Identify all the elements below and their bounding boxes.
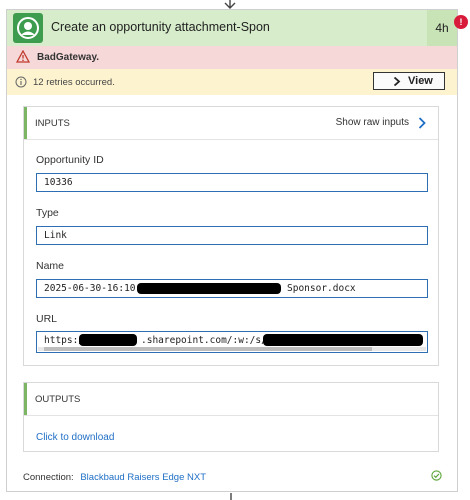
opportunity-id-label: Opportunity ID xyxy=(36,154,104,166)
outputs-title: OUTPUTS xyxy=(35,394,81,405)
name-field[interactable]: 2025-06-30-16:10- Sponsor.docx xyxy=(36,279,428,298)
chevron-right-icon xyxy=(393,77,401,86)
url-value-mid: .sharepoint.com/:w:/s/ xyxy=(141,335,267,346)
click-to-download-link[interactable]: Click to download xyxy=(36,432,114,443)
type-label: Type xyxy=(36,207,59,219)
url-field[interactable]: https:// .sharepoint.com/:w:/s/ xyxy=(36,331,428,353)
inputs-header: INPUTS Show raw inputs xyxy=(24,107,438,140)
action-title: Create an opportunity attachment-Spon xyxy=(51,20,270,34)
action-card: Create an opportunity attachment-Spon 4h… xyxy=(6,9,468,492)
outputs-accent xyxy=(24,383,27,415)
redaction-mark xyxy=(263,334,423,346)
connection-label: Connection: xyxy=(23,472,74,483)
info-icon xyxy=(15,76,27,88)
action-header[interactable]: Create an opportunity attachment-Spon 4h xyxy=(7,10,457,47)
chevron-right-icon[interactable] xyxy=(418,117,426,129)
outputs-panel: OUTPUTS Click to download xyxy=(23,382,439,452)
user-icon xyxy=(17,17,39,39)
opportunity-id-field[interactable]: 10336 xyxy=(36,173,428,192)
type-field[interactable]: Link xyxy=(36,226,428,245)
inputs-title: INPUTS xyxy=(35,118,70,129)
outputs-header: OUTPUTS xyxy=(24,383,438,416)
view-button-label: View xyxy=(408,75,433,87)
connection-row: Connection: Blackbaud Raisers Edge NXT xyxy=(23,472,206,483)
name-label: Name xyxy=(36,260,65,272)
redaction-mark xyxy=(137,283,281,294)
redaction-mark xyxy=(79,334,137,346)
inputs-panel: INPUTS Show raw inputs Opportunity ID 10… xyxy=(23,106,439,366)
retry-message: 12 retries occurred. xyxy=(33,77,115,88)
connection-name-link[interactable]: Blackbaud Raisers Edge NXT xyxy=(80,472,206,483)
flow-arrow-out-icon xyxy=(230,493,232,500)
name-value-end: Sponsor.docx xyxy=(287,283,356,294)
connector-icon xyxy=(13,13,43,43)
success-check-icon xyxy=(431,470,442,481)
error-badge: ! xyxy=(454,15,468,29)
view-retries-button[interactable]: View xyxy=(373,72,445,90)
retry-bar: 12 retries occurred. View xyxy=(7,69,457,95)
error-message: BadGateway. xyxy=(37,52,100,63)
name-value-start: 2025-06-30-16:10- xyxy=(44,283,142,294)
url-horizontal-scrollbar[interactable] xyxy=(38,347,426,351)
error-bar: BadGateway. xyxy=(7,46,457,69)
warning-icon xyxy=(16,50,30,63)
action-duration: 4h xyxy=(427,10,457,46)
show-raw-inputs-link[interactable]: Show raw inputs xyxy=(336,117,409,128)
scrollbar-thumb[interactable] xyxy=(44,347,372,351)
inputs-accent xyxy=(24,107,27,139)
url-label: URL xyxy=(36,313,58,325)
